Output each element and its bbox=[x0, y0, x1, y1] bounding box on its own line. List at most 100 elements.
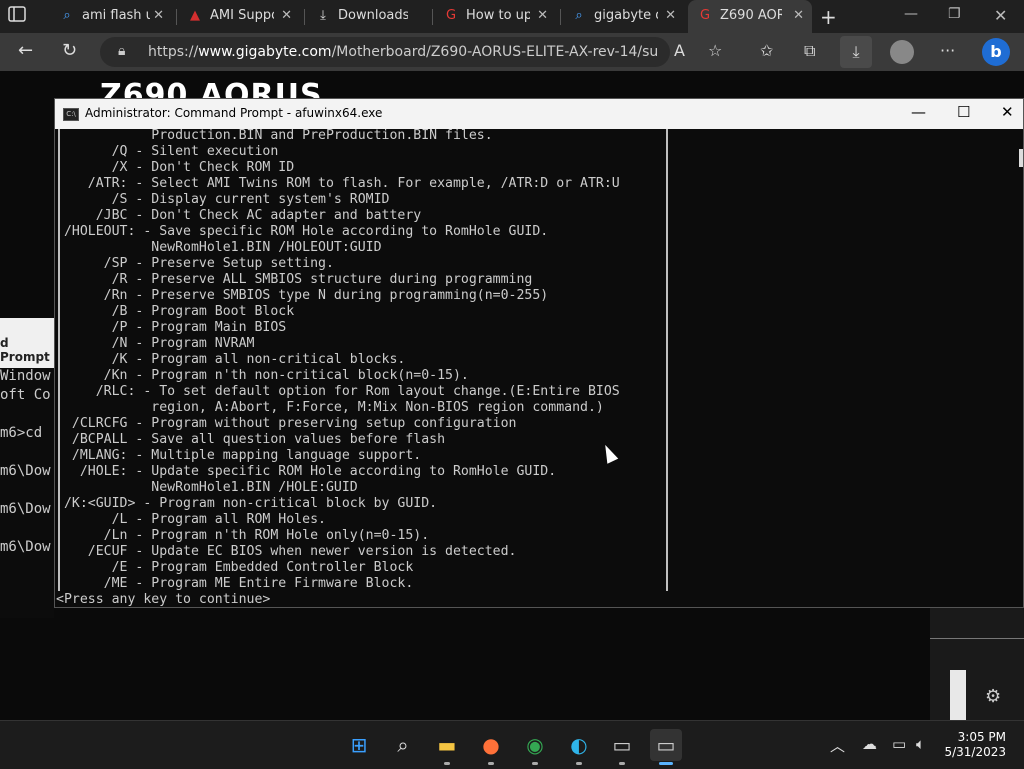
terminal-button[interactable]: ▭ bbox=[606, 729, 638, 765]
console-line: /Kn - Program n'th non-critical block(n=… bbox=[56, 368, 469, 383]
close-icon[interactable]: ✕ bbox=[665, 8, 676, 23]
console-line: /Rn - Preserve SMBIOS type N during prog… bbox=[56, 288, 549, 303]
gigabyte-logo-icon: G bbox=[445, 8, 457, 23]
console-line: /JBC - Don't Check AC adapter and batter… bbox=[56, 208, 422, 223]
more-menu-icon[interactable]: ··· bbox=[940, 41, 955, 60]
favorites-icon[interactable]: ✩ bbox=[760, 41, 773, 60]
background-cmd-titlebar[interactable]: d Prompt bbox=[0, 318, 54, 368]
download-icon: ⤓ bbox=[320, 8, 326, 23]
gear-icon[interactable]: ⚙ bbox=[985, 686, 1001, 707]
minimize-icon[interactable]: — bbox=[904, 6, 918, 22]
bg-cmd-line: m6\Dow bbox=[0, 539, 51, 555]
console-line: /K:<GUID> - Program non-critical block b… bbox=[56, 496, 438, 511]
cmd-titlebar[interactable]: C:\ Administrator: Command Prompt - afuw… bbox=[55, 99, 1023, 129]
tab-ami-flash[interactable]: ⌕ ami flash ut ✕ bbox=[50, 0, 172, 33]
back-icon[interactable]: ← bbox=[18, 40, 33, 61]
scrollbar-thumb[interactable] bbox=[1019, 149, 1023, 167]
console-line: /SP - Preserve Setup setting. bbox=[56, 256, 334, 271]
new-tab-icon[interactable]: + bbox=[820, 5, 837, 29]
console-line: /N - Program NVRAM bbox=[56, 336, 255, 351]
refresh-icon[interactable]: ↻ bbox=[62, 40, 77, 61]
close-icon[interactable]: ✕ bbox=[153, 8, 164, 23]
search-button[interactable]: ⌕ bbox=[387, 729, 419, 761]
close-icon[interactable]: ✕ bbox=[281, 8, 292, 23]
tab-how-to-update[interactable]: G How to upd ✕ bbox=[434, 0, 556, 33]
browser-tab-bar: ⌕ ami flash ut ✕ ▲ AMI Suppor ✕ ⤓ Downlo… bbox=[0, 0, 1024, 33]
bg-cmd-line: m6>cd bbox=[0, 425, 43, 441]
scrollbar[interactable] bbox=[950, 670, 966, 720]
address-bar[interactable]: 🔒︎ https://www.gigabyte.com/Motherboard/… bbox=[100, 37, 670, 67]
collections-icon[interactable]: ⧉ bbox=[804, 41, 815, 61]
tab-label: Downloads bbox=[338, 8, 408, 23]
firefox-button[interactable]: ● bbox=[475, 729, 507, 765]
chrome-button[interactable]: ◉ bbox=[519, 729, 551, 765]
console-line: /HOLE: - Update specific ROM Hole accord… bbox=[56, 464, 557, 479]
tab-label: gigabyte dr bbox=[594, 8, 658, 23]
console-line: /K - Program all non-critical blocks. bbox=[56, 352, 406, 367]
maximize-icon[interactable]: ☐ bbox=[957, 103, 970, 121]
system-clock[interactable]: 3:05 PM 5/31/2023 bbox=[944, 730, 1006, 760]
console-line: NewRomHole1.BIN /HOLE:GUID bbox=[56, 480, 358, 495]
console-line: /E - Program Embedded Controller Block bbox=[56, 560, 414, 575]
console-line: /Q - Silent execution bbox=[56, 144, 279, 159]
close-icon[interactable]: ✕ bbox=[537, 8, 548, 23]
downloads-icon[interactable]: ⤓ bbox=[840, 36, 872, 68]
tab-actions-icon[interactable] bbox=[8, 6, 40, 28]
cmd-icon: ▭ bbox=[656, 733, 676, 757]
cmd-button[interactable]: ▭ bbox=[650, 729, 682, 765]
tab-label: Z690 AORU bbox=[720, 8, 782, 23]
search-icon: ⌕ bbox=[63, 8, 71, 23]
console-line: /Ln - Program n'th ROM Hole only(n=0-15)… bbox=[56, 528, 430, 543]
restore-icon[interactable]: ❐ bbox=[948, 6, 961, 22]
folder-icon: ▬ bbox=[437, 733, 457, 757]
tab-gigabyte-drivers[interactable]: ⌕ gigabyte dr ✕ bbox=[562, 0, 684, 33]
windows-logo-icon: ⊞ bbox=[350, 733, 368, 757]
tab-ami-support[interactable]: ▲ AMI Suppor ✕ bbox=[178, 0, 300, 33]
close-icon[interactable]: ✕ bbox=[793, 8, 804, 23]
chrome-icon: ◉ bbox=[526, 733, 544, 757]
lock-icon: 🔒︎ bbox=[118, 43, 126, 59]
favorite-add-icon[interactable]: ☆ bbox=[708, 41, 722, 60]
console-line: /CLRCFG - Program without preserving set… bbox=[56, 416, 517, 431]
console-line: /L - Program all ROM Holes. bbox=[56, 512, 326, 527]
bg-cmd-line: oft Co bbox=[0, 387, 51, 403]
clock-date: 5/31/2023 bbox=[944, 745, 1006, 759]
console-line: /MLANG: - Multiple mapping language supp… bbox=[56, 448, 422, 463]
bg-cmd-line: m6\Dow bbox=[0, 463, 51, 479]
address-toolbar: ← ↻ 🔒︎ https://www.gigabyte.com/Motherbo… bbox=[0, 33, 1024, 71]
clock-time: 3:05 PM bbox=[957, 730, 1006, 744]
avatar[interactable] bbox=[890, 40, 914, 64]
bg-cmd-line: m6\Dow bbox=[0, 501, 51, 517]
tab-label: AMI Suppor bbox=[210, 8, 274, 23]
close-window-icon[interactable]: ✕ bbox=[994, 6, 1007, 25]
search-icon: ⌕ bbox=[575, 8, 583, 23]
console-line: /BCPALL - Save all question values befor… bbox=[56, 432, 446, 447]
chevron-up-icon[interactable]: ︿ bbox=[830, 735, 845, 756]
tab-downloads[interactable]: ⤓ Downloads bbox=[306, 0, 428, 33]
close-icon[interactable]: ✕ bbox=[1001, 103, 1014, 121]
console-output[interactable]: Production.BIN and PreProduction.BIN fil… bbox=[55, 129, 1023, 607]
taskbar: ⊞ ⌕ ▬ ● ◉ ◐ ▭ ▭ ︿ ☁ ▭ 🔈︎ 3:05 PM 5/31/2023 bbox=[0, 720, 1024, 769]
edge-button[interactable]: ◐ bbox=[563, 729, 595, 765]
cmd-icon: C:\ bbox=[63, 108, 79, 121]
read-aloud-icon[interactable]: A bbox=[674, 41, 685, 60]
console-line: /ATR: - Select AMI Twins ROM to flash. F… bbox=[56, 176, 620, 191]
tab-z690-aorus[interactable]: G Z690 AORU ✕ bbox=[688, 0, 812, 33]
url-text: https://www.gigabyte.com/Motherboard/Z69… bbox=[148, 44, 658, 60]
command-prompt-window[interactable]: C:\ Administrator: Command Prompt - afuw… bbox=[54, 98, 1024, 608]
console-line: /S - Display current system's ROMID bbox=[56, 192, 390, 207]
console-line: region, A:Abort, F:Force, M:Mix Non-BIOS… bbox=[56, 400, 604, 415]
press-any-key-prompt: <Press any key to continue> bbox=[56, 592, 271, 607]
start-button[interactable]: ⊞ bbox=[343, 729, 375, 761]
console-line: /ECUF - Update EC BIOS when newer versio… bbox=[56, 544, 517, 559]
onedrive-icon[interactable]: ☁ bbox=[862, 735, 877, 753]
edge-icon: ◐ bbox=[570, 733, 588, 757]
minimize-icon[interactable]: — bbox=[911, 103, 926, 121]
bing-icon[interactable]: b bbox=[982, 38, 1010, 66]
file-explorer-button[interactable]: ▬ bbox=[431, 729, 463, 765]
page-side-panel bbox=[930, 608, 1024, 720]
console-line: /ME - Program ME Entire Firmware Block. bbox=[56, 576, 414, 591]
console-line: /HOLEOUT: - Save specific ROM Hole accor… bbox=[56, 224, 549, 239]
network-icon[interactable]: ▭ bbox=[892, 735, 906, 753]
volume-icon[interactable]: 🔈︎ bbox=[916, 735, 925, 753]
